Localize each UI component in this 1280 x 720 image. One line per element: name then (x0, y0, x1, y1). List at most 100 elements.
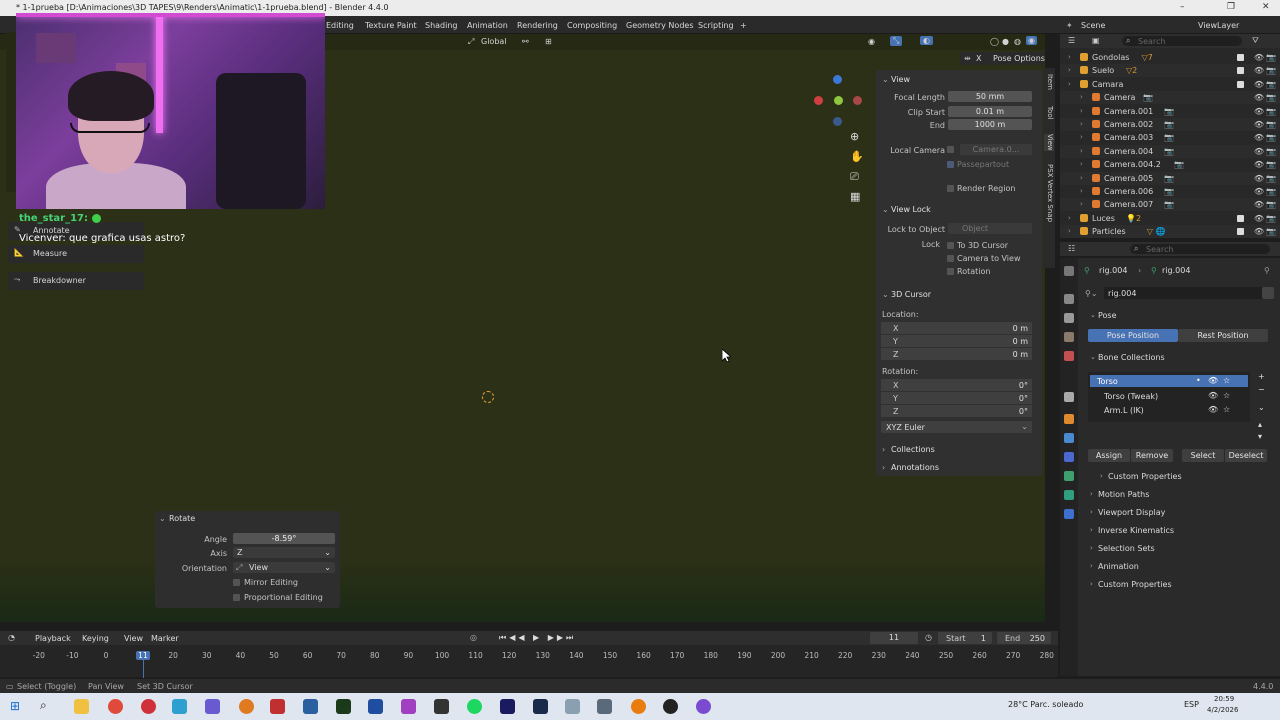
outliner-item-name[interactable]: Camera.003 (1104, 133, 1153, 142)
remove-button[interactable]: Remove (1131, 449, 1173, 462)
tab-geometry-nodes[interactable]: Geometry Nodes (626, 21, 693, 30)
render-camera-icon[interactable]: 📷 (1266, 53, 1276, 62)
overlay-toggle-icon[interactable]: ◐ (920, 36, 933, 45)
proportional-editing-checkbox[interactable] (233, 594, 240, 601)
eye-icon[interactable]: 👁 (1254, 187, 1264, 196)
menu-keying[interactable]: Keying (82, 634, 109, 643)
gizmo-x-neg-axis[interactable] (814, 96, 823, 105)
rotation-y-field[interactable]: Y 0° (881, 392, 1032, 404)
outliner-item-name[interactable]: Camera (1104, 93, 1135, 102)
spotify-icon[interactable] (467, 699, 482, 714)
outliner-row[interactable]: › Camera.001 📷 👁 📷 (1060, 105, 1280, 118)
3d-cursor-header[interactable]: ⌄ 3D Cursor (876, 287, 1042, 303)
collection-tab-icon[interactable] (1064, 392, 1074, 402)
bone-collection-custom-properties[interactable]: › Custom Properties (1096, 469, 1280, 485)
expand-arrow-icon[interactable]: › (1068, 227, 1071, 235)
tab-psx-vertex-snap[interactable]: PSX Vertex Snap (1044, 164, 1054, 222)
mirror-x-icon[interactable]: ⇹ (964, 54, 971, 63)
edge-icon[interactable] (172, 699, 187, 714)
collections-header[interactable]: › Collections (876, 442, 1042, 458)
clock-icon[interactable]: ◷ (925, 633, 932, 642)
exclude-checkbox[interactable] (1237, 80, 1244, 88)
eye-icon[interactable]: 👁 (1208, 405, 1218, 414)
outliner-row[interactable]: › Gondolas ▽7 👁 📷 (1060, 51, 1280, 64)
expand-arrow-icon[interactable]: › (1068, 66, 1071, 74)
tab-editing[interactable]: Editing (326, 21, 354, 30)
playback-controls[interactable]: ⏮◀◀ ▶ ▶▶⏭ (499, 633, 576, 643)
outliner-row[interactable]: › Camera.004 📷 👁 📷 (1060, 144, 1280, 158)
outliner-item-name[interactable]: Camera.002 (1104, 120, 1153, 129)
outliner-item-name[interactable]: Camera.001 (1104, 107, 1153, 116)
outliner-editor-icon[interactable]: ☰ (1068, 36, 1075, 45)
location-y-field[interactable]: Y 0 m (881, 335, 1032, 347)
outliner-item-name[interactable]: Luces (1092, 214, 1115, 223)
eye-icon[interactable]: 👁 (1254, 227, 1264, 236)
outliner-row[interactable]: › Luces 💡2 👁 📷 (1060, 212, 1280, 225)
scene-icon[interactable]: ✦ (1066, 21, 1073, 30)
clock-date[interactable]: 4/2/2026 (1207, 706, 1238, 714)
file-explorer-icon[interactable] (74, 699, 89, 714)
outliner-row[interactable]: › Camera.006 📷 👁 📷 (1060, 185, 1280, 198)
location-x-field[interactable]: X 0 m (881, 322, 1032, 334)
outliner-row[interactable]: › Camera.004.2 📷 👁 📷 (1060, 158, 1280, 171)
render-camera-icon[interactable]: 📷 (1266, 80, 1276, 89)
app-icon-2[interactable] (239, 699, 254, 714)
render-camera-icon[interactable]: 📷 (1266, 187, 1276, 196)
lock-to-object-field[interactable]: Object (948, 223, 1032, 234)
app-icon-4[interactable] (303, 699, 318, 714)
axis-select[interactable]: Z ⌄ (233, 547, 335, 558)
render-camera-icon[interactable]: 📷 (1266, 93, 1276, 102)
menu-view[interactable]: View (124, 634, 143, 643)
properties-editor-icon[interactable]: ☷ (1068, 244, 1075, 253)
viewport-display-header[interactable]: › Viewport Display (1086, 505, 1274, 521)
star-icon[interactable]: ☆ (1223, 376, 1230, 385)
eye-icon[interactable]: 👁 (1254, 174, 1264, 183)
tab-view[interactable]: View (1044, 134, 1054, 151)
local-camera-field[interactable]: Camera.0... (960, 144, 1032, 155)
app-icon-6[interactable] (434, 699, 449, 714)
modifier-tab-icon[interactable] (1064, 433, 1074, 443)
outliner-item-name[interactable]: Camera.004 (1104, 147, 1153, 156)
pivot-icon[interactable]: ⚯ (522, 37, 529, 46)
render-camera-icon[interactable]: 📷 (1266, 174, 1276, 183)
outliner-item-name[interactable]: Camera.005 (1104, 174, 1153, 183)
motion-paths-header[interactable]: › Motion Paths (1086, 487, 1274, 503)
eye-icon[interactable]: 👁 (1254, 66, 1264, 75)
pose-position-button[interactable]: Pose Position (1088, 329, 1178, 342)
render-tab-icon[interactable] (1064, 294, 1074, 304)
start-frame-field[interactable]: Start 1 (938, 632, 992, 644)
opera-icon[interactable] (141, 699, 156, 714)
expand-arrow-icon[interactable]: › (1068, 53, 1071, 61)
location-z-field[interactable]: Z 0 m (881, 348, 1032, 360)
passepartout-checkbox[interactable] (947, 161, 954, 168)
close-button[interactable]: ✕ (1262, 2, 1270, 12)
bone-collection-item-torso-tweak[interactable]: Torso (Tweak) 👁 ☆ (1090, 390, 1248, 402)
eye-icon[interactable]: 👁 (1254, 107, 1264, 116)
clip-start-field[interactable]: 0.01 m (948, 106, 1032, 117)
shading-material-icon[interactable]: ◍ (1014, 37, 1021, 46)
render-camera-icon[interactable]: 📷 (1266, 107, 1276, 116)
display-mode-icon[interactable]: ▣ (1092, 36, 1100, 45)
render-camera-icon[interactable]: 📷 (1266, 133, 1276, 142)
gizmo-y-axis[interactable] (834, 96, 843, 105)
outliner-item-name[interactable]: Camera.006 (1104, 187, 1153, 196)
tab-texture-paint[interactable]: Texture Paint (365, 21, 417, 30)
rotate-header[interactable]: Rotate (169, 514, 195, 523)
bone-collections-header[interactable]: ⌄ Bone Collections (1086, 350, 1274, 366)
obs-icon[interactable] (663, 699, 678, 714)
exclude-checkbox[interactable] (1237, 228, 1244, 236)
bone-collection-item-arm-l-ik[interactable]: Arm.L (IK) 👁 ☆ (1090, 404, 1248, 416)
expand-arrow-icon[interactable]: › (1080, 147, 1083, 155)
camera-view-icon[interactable]: ⎚ (850, 170, 859, 184)
tool-breakdowner[interactable]: ⤳ Breakdowner (8, 272, 144, 290)
chevron-down-icon[interactable]: ⌄ (159, 514, 166, 523)
blender-icon[interactable] (631, 699, 646, 714)
clip-end-field[interactable]: 1000 m (948, 119, 1032, 130)
select-button[interactable]: Select (1182, 449, 1224, 462)
filter-icon[interactable]: ⛛ (1252, 36, 1259, 46)
language-indicator[interactable]: ESP (1184, 700, 1199, 709)
outliner-row[interactable]: › Camera.003 📷 👁 📷 (1060, 131, 1280, 144)
expand-arrow-icon[interactable]: › (1080, 93, 1083, 101)
render-region-checkbox[interactable] (947, 185, 954, 192)
outliner-search-input[interactable]: ⌕ Search (1122, 36, 1242, 46)
